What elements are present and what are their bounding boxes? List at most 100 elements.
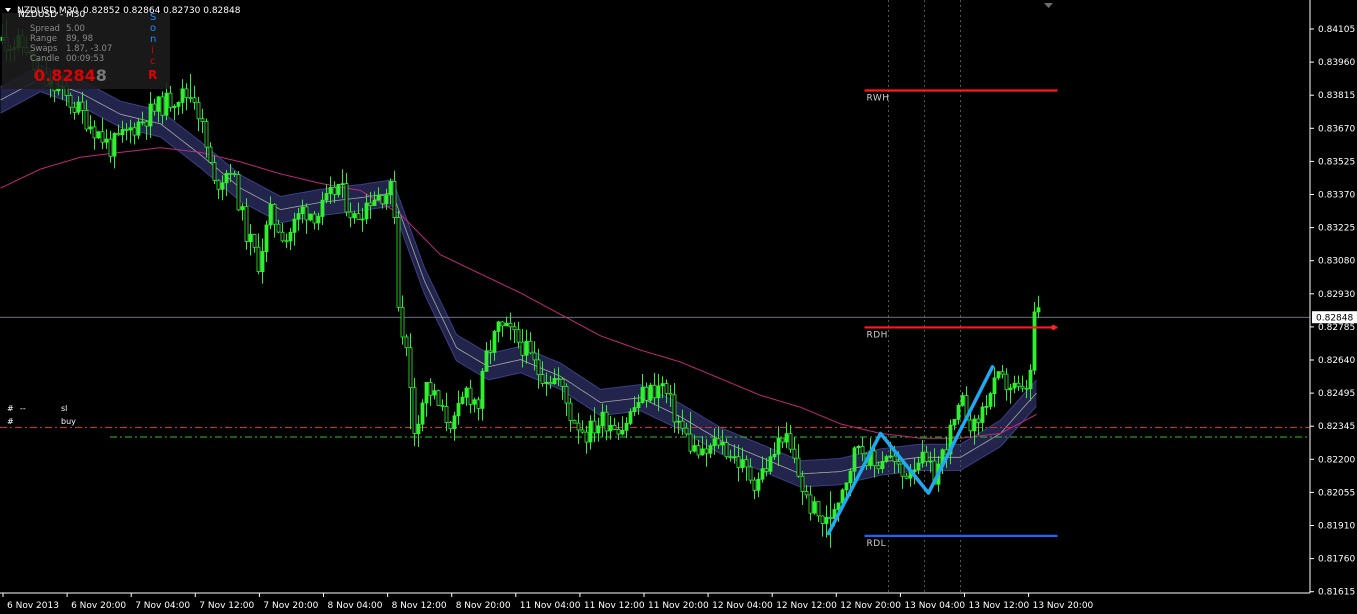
candle-body bbox=[960, 395, 965, 406]
candle-body bbox=[424, 381, 429, 404]
candle-body bbox=[160, 96, 165, 116]
candle-body bbox=[496, 321, 501, 332]
candle-body bbox=[464, 387, 469, 398]
candle-body bbox=[680, 420, 685, 429]
candle-body bbox=[888, 455, 893, 458]
candle-body bbox=[896, 461, 901, 465]
candle-body bbox=[252, 233, 257, 248]
candle-body bbox=[212, 162, 217, 181]
candle-body bbox=[308, 213, 313, 221]
chart-background bbox=[0, 0, 1357, 614]
candle-body bbox=[480, 370, 485, 409]
swaps-value: 1.87, -3.07 bbox=[66, 44, 112, 54]
x-tick-label: 8 Nov 20:00 bbox=[456, 601, 511, 611]
candle-body bbox=[1008, 387, 1013, 391]
y-tick-label: 0.84105 bbox=[1318, 25, 1355, 35]
y-tick-label: 0.83525 bbox=[1318, 157, 1355, 167]
candle-body bbox=[264, 224, 269, 253]
buy-tag-label: buy bbox=[61, 417, 76, 426]
candle-body bbox=[564, 385, 569, 404]
candle-body bbox=[608, 424, 613, 432]
y-tick-label: 0.81615 bbox=[1318, 588, 1355, 598]
candle-body bbox=[172, 106, 177, 108]
candle-body bbox=[768, 456, 773, 472]
candle-body bbox=[92, 126, 97, 139]
candle-body bbox=[200, 118, 205, 122]
candle-body bbox=[284, 240, 289, 243]
candle-body bbox=[884, 456, 889, 462]
candle-body bbox=[532, 352, 537, 361]
candle-body bbox=[920, 451, 925, 464]
candle-body bbox=[720, 442, 725, 446]
candle-body bbox=[472, 399, 477, 405]
big-price-main: 0.8284 bbox=[34, 66, 96, 85]
candle-body bbox=[772, 453, 777, 458]
candle-body bbox=[412, 387, 417, 435]
x-tick-label: 7 Nov 04:00 bbox=[135, 601, 190, 611]
spread-label: Spread bbox=[30, 24, 60, 34]
candle-body bbox=[420, 402, 425, 425]
candle-body bbox=[816, 501, 821, 517]
y-tick-label: 0.83815 bbox=[1318, 91, 1355, 101]
x-tick-label: 11 Nov 04:00 bbox=[520, 601, 581, 611]
candle-body bbox=[724, 442, 729, 458]
candle-body bbox=[844, 482, 849, 491]
candle-body bbox=[116, 133, 121, 136]
candle-body bbox=[504, 322, 509, 327]
candle-body bbox=[524, 340, 529, 356]
candle-body bbox=[1004, 373, 1009, 391]
candle-body bbox=[88, 126, 93, 130]
candle-body bbox=[316, 216, 321, 224]
candle-body bbox=[168, 92, 173, 108]
candle-body bbox=[784, 433, 789, 443]
sonic-letter-c: c bbox=[150, 56, 156, 67]
candle-body bbox=[824, 517, 829, 524]
sonic-letter-o: o bbox=[150, 23, 156, 34]
candle-body bbox=[1012, 382, 1017, 389]
candle-body bbox=[216, 179, 221, 190]
x-tick-label: 11 Nov 20:00 bbox=[648, 601, 709, 611]
sl-tag-dash: -- bbox=[20, 404, 26, 413]
candle-body bbox=[600, 411, 605, 427]
price-chart[interactable]: RWH RDH RDL 0.84105 0.83960 0.83815 0.83670 0.… bbox=[0, 0, 1357, 614]
candle-body bbox=[900, 463, 905, 477]
candle-body bbox=[224, 172, 229, 184]
level-rdh-label: RDH bbox=[867, 330, 888, 340]
candle-body bbox=[164, 92, 169, 116]
candle-body bbox=[596, 425, 601, 434]
sl-tag-label: sl bbox=[61, 404, 67, 413]
candle-body bbox=[348, 211, 353, 219]
candle-body bbox=[728, 456, 733, 459]
candle-body bbox=[324, 193, 329, 201]
candle-body bbox=[676, 420, 681, 423]
big-price: 0.82848 bbox=[34, 66, 107, 85]
candle-body bbox=[452, 415, 457, 430]
candle-body bbox=[700, 448, 705, 456]
candle-body bbox=[184, 88, 189, 98]
y-tick-label: 0.83080 bbox=[1318, 257, 1355, 267]
candle-body bbox=[968, 419, 973, 432]
candle-body bbox=[268, 203, 273, 226]
candle-body bbox=[304, 206, 309, 221]
candle-body bbox=[876, 465, 881, 470]
candle-body bbox=[616, 428, 621, 435]
candle-body bbox=[72, 106, 77, 113]
x-tick-label: 13 Nov 20:00 bbox=[1033, 601, 1094, 611]
candle-body bbox=[672, 394, 677, 423]
candle-body bbox=[68, 95, 73, 108]
candle-body bbox=[508, 322, 513, 328]
candle-body bbox=[444, 405, 449, 423]
y-tick-label: 0.81760 bbox=[1318, 555, 1355, 565]
candle-body bbox=[544, 381, 549, 384]
candle-body bbox=[1000, 371, 1005, 375]
symbol-label: NZDUSD,M30 bbox=[17, 6, 78, 16]
candle-body bbox=[180, 88, 185, 103]
candle-body bbox=[872, 450, 877, 467]
candle-body bbox=[820, 515, 825, 524]
candle-body bbox=[296, 213, 301, 220]
candle-body bbox=[664, 383, 669, 394]
x-tick-label: 8 Nov 12:00 bbox=[392, 601, 447, 611]
candle-body bbox=[536, 359, 541, 375]
candle-body bbox=[576, 422, 581, 431]
candle-body bbox=[240, 206, 245, 211]
